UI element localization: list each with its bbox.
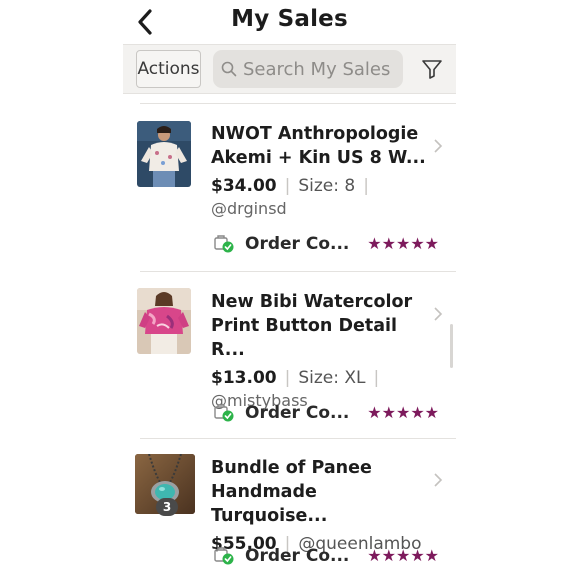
scrollbar[interactable]	[450, 324, 453, 368]
sale-info: New Bibi Watercolor Print Button Detail …	[211, 290, 426, 412]
sale-price: $13.00	[211, 368, 277, 388]
order-status-row: Order Co... ★★★★★	[213, 232, 453, 256]
listing-size: Size: XL	[298, 368, 366, 388]
chevron-right-icon	[432, 472, 444, 488]
separator: |	[373, 368, 380, 388]
search-icon	[221, 61, 237, 77]
page-title: My Sales	[231, 6, 348, 32]
order-status-label: Order Co...	[245, 546, 350, 566]
app-screen: My Sales Actions Search My Sales NWOT An…	[123, 0, 456, 580]
order-complete-icon	[214, 235, 234, 253]
listing-size: Size: 8	[298, 176, 356, 196]
filter-funnel-icon	[422, 60, 442, 79]
chevron-right-icon	[432, 138, 444, 154]
order-status-label: Order Co...	[245, 234, 350, 254]
sale-list-item[interactable]: New Bibi Watercolor Print Button Detail …	[123, 272, 456, 438]
bundle-count-badge: 3	[156, 498, 178, 516]
separator: |	[284, 176, 291, 196]
separator: |	[363, 176, 369, 196]
sale-list-item[interactable]: 3 Bundle of Panee Handmade Turquoise... …	[123, 439, 456, 580]
rating-stars: ★★★★★	[367, 546, 439, 565]
order-status-row: Order Co... ★★★★★	[213, 544, 453, 568]
sale-list-item[interactable]: NWOT Anthropologie Akemi + Kin US 8 W...…	[123, 104, 456, 270]
sales-list[interactable]: NWOT Anthropologie Akemi + Kin US 8 W...…	[123, 94, 456, 580]
price-size-row: $13.00 | Size: XL |	[211, 366, 426, 390]
header: My Sales	[123, 0, 456, 44]
order-status-label: Order Co...	[245, 403, 350, 423]
order-status-row: Order Co... ★★★★★	[213, 401, 453, 425]
sale-info: Bundle of Panee Handmade Turquoise... $5…	[211, 456, 426, 556]
order-complete-icon	[214, 547, 234, 565]
chevron-right-icon	[432, 306, 444, 322]
price-size-row: $34.00 | Size: 8 |	[211, 174, 426, 198]
search-input[interactable]	[243, 58, 403, 80]
listing-thumbnail	[137, 288, 191, 354]
sale-price: $34.00	[211, 176, 277, 196]
rating-stars: ★★★★★	[367, 234, 439, 253]
actions-button[interactable]: Actions	[136, 50, 201, 88]
listing-title: Bundle of Panee Handmade Turquoise...	[211, 458, 372, 526]
buyer-username: @drginsd	[211, 199, 287, 218]
sale-info: NWOT Anthropologie Akemi + Kin US 8 W...…	[211, 122, 426, 220]
toolbar: Actions	[123, 44, 456, 94]
listing-title: NWOT Anthropologie Akemi + Kin US 8 W...	[211, 124, 426, 168]
rating-stars: ★★★★★	[367, 403, 439, 422]
listing-thumbnail	[137, 121, 191, 187]
order-complete-icon	[214, 404, 234, 422]
listing-title: New Bibi Watercolor Print Button Detail …	[211, 292, 413, 360]
filter-button[interactable]	[420, 57, 446, 83]
search-box[interactable]	[213, 50, 403, 88]
separator: |	[284, 368, 291, 388]
